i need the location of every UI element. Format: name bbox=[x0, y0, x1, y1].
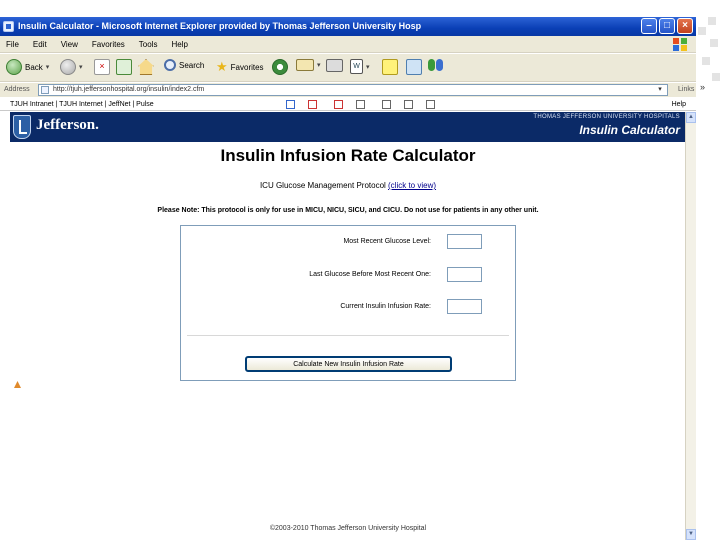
favorites-label: Favorites bbox=[230, 62, 264, 72]
calculate-button[interactable]: Calculate New Insulin Infusion Rate bbox=[245, 356, 452, 372]
links-bar: TJUH Intranet | TJUH Internet | JeffNet … bbox=[0, 98, 696, 111]
address-input[interactable]: http://tjuh.jeffersonhospital.org/insuli… bbox=[38, 84, 668, 96]
stop-button[interactable]: × bbox=[94, 59, 110, 75]
window-titlebar: Insulin Calculator - Microsoft Internet … bbox=[0, 17, 696, 36]
protocol-view-link[interactable]: (click to view) bbox=[388, 181, 436, 190]
discuss-button[interactable] bbox=[382, 59, 398, 75]
site-banner: Jefferson. THOMAS JEFFERSON UNIVERSITY H… bbox=[10, 112, 686, 142]
back-arrow-icon bbox=[6, 59, 22, 75]
maximize-button[interactable]: □ bbox=[659, 18, 675, 34]
forward-button[interactable]: ▾ bbox=[60, 59, 83, 75]
messenger-button[interactable] bbox=[428, 59, 443, 71]
menu-favorites[interactable]: Favorites bbox=[92, 40, 125, 49]
ie-app-icon bbox=[3, 21, 14, 32]
toolbar-link-icon[interactable] bbox=[286, 100, 295, 109]
copyright-footer: ©2003-2010 Thomas Jefferson University H… bbox=[269, 525, 427, 532]
address-url: http://tjuh.jeffersonhospital.org/insuli… bbox=[53, 86, 205, 93]
search-label: Search bbox=[179, 60, 205, 70]
mail-button[interactable]: ▾ bbox=[296, 59, 321, 71]
window-title: Insulin Calculator - Microsoft Internet … bbox=[18, 21, 422, 31]
chevron-down-icon: ▾ bbox=[79, 64, 83, 71]
infusion-rate-label: Current Insulin Infusion Rate: bbox=[340, 303, 431, 310]
scroll-down-arrow-icon[interactable]: ▼ bbox=[686, 529, 696, 540]
glucose-recent-input[interactable] bbox=[447, 234, 482, 249]
links-list[interactable]: TJUH Intranet | TJUH Internet | JeffNet … bbox=[10, 98, 154, 111]
chevron-down-icon: ▾ bbox=[366, 63, 370, 71]
vertical-scrollbar[interactable]: ▲ ▼ bbox=[685, 112, 696, 540]
note-icon bbox=[382, 59, 398, 75]
address-label: Address bbox=[4, 86, 30, 93]
jefferson-shield-logo bbox=[13, 115, 31, 139]
toolbar-link-icon[interactable] bbox=[308, 100, 317, 109]
address-dropdown-icon[interactable]: ▾ bbox=[655, 85, 665, 95]
toolbar-link-icon[interactable] bbox=[382, 100, 391, 109]
warning-icon bbox=[14, 381, 21, 388]
menu-file[interactable]: File bbox=[6, 40, 19, 49]
menu-edit[interactable]: Edit bbox=[33, 40, 47, 49]
organization-name: THOMAS JEFFERSON UNIVERSITY HOSPITALS bbox=[533, 114, 680, 120]
glucose-recent-label: Most Recent Glucose Level: bbox=[343, 238, 431, 245]
search-icon bbox=[164, 59, 176, 71]
chevron-down-icon: ▾ bbox=[317, 62, 321, 69]
glucose-previous-label: Last Glucose Before Most Recent One: bbox=[309, 271, 431, 278]
usage-note: Please Note: This protocol is only for u… bbox=[157, 207, 539, 214]
close-button[interactable]: × bbox=[677, 18, 693, 34]
brand-logo-text: Jefferson. bbox=[36, 117, 99, 133]
menu-view[interactable]: View bbox=[61, 40, 78, 49]
refresh-icon bbox=[116, 59, 132, 75]
browser-toolbar: Back ▾ ▾ × Search ★ Favorites ▾ W ▾ bbox=[0, 54, 696, 82]
toolbar-link-icon[interactable] bbox=[426, 100, 435, 109]
print-button[interactable] bbox=[326, 59, 343, 72]
form-divider bbox=[187, 335, 509, 336]
home-button[interactable] bbox=[138, 59, 154, 75]
page-icon bbox=[41, 86, 49, 94]
favorites-star-icon: ★ bbox=[216, 59, 228, 74]
scroll-up-arrow-icon[interactable]: ▲ bbox=[686, 112, 696, 123]
favorites-button[interactable]: ★ Favorites bbox=[216, 59, 264, 75]
decorative-squares bbox=[698, 17, 720, 97]
minimize-button[interactable]: – bbox=[641, 18, 657, 34]
chevron-down-icon: ▾ bbox=[45, 64, 50, 71]
window-controls: – □ × bbox=[641, 18, 693, 34]
history-button[interactable] bbox=[272, 59, 288, 75]
protocol-text: ICU Glucose Management Protocol bbox=[259, 181, 389, 190]
home-icon bbox=[138, 59, 154, 75]
messenger-icon bbox=[428, 59, 443, 71]
windows-logo-icon bbox=[673, 38, 687, 51]
research-icon bbox=[406, 59, 422, 75]
address-bar: Address http://tjuh.jeffersonhospital.or… bbox=[0, 83, 696, 97]
stop-icon: × bbox=[94, 59, 110, 75]
edit-button[interactable]: W ▾ bbox=[350, 59, 370, 74]
app-title: Insulin Calculator bbox=[579, 123, 680, 137]
help-link[interactable]: Help bbox=[672, 98, 686, 111]
menu-help[interactable]: Help bbox=[171, 40, 187, 49]
search-button[interactable]: Search bbox=[164, 59, 204, 71]
back-label: Back bbox=[25, 62, 43, 72]
back-button[interactable]: Back ▾ bbox=[6, 59, 49, 75]
history-icon bbox=[272, 59, 288, 75]
forward-arrow-icon bbox=[60, 59, 76, 75]
menu-tools[interactable]: Tools bbox=[139, 40, 158, 49]
mail-icon bbox=[296, 59, 314, 71]
toolbar-link-icon[interactable] bbox=[356, 100, 365, 109]
calculator-form: Most Recent Glucose Level: Last Glucose … bbox=[180, 225, 516, 381]
glucose-previous-input[interactable] bbox=[447, 267, 482, 282]
toolbar-link-icon[interactable] bbox=[404, 100, 413, 109]
infusion-rate-input[interactable] bbox=[447, 299, 482, 314]
menu-bar: File Edit View Favorites Tools Help bbox=[0, 36, 696, 53]
word-edit-icon: W bbox=[350, 59, 363, 74]
research-button[interactable] bbox=[406, 59, 422, 75]
refresh-button[interactable] bbox=[116, 59, 132, 75]
links-label[interactable]: Links bbox=[678, 83, 694, 97]
protocol-line: ICU Glucose Management Protocol (click t… bbox=[0, 181, 696, 190]
page-title: Insulin Infusion Rate Calculator bbox=[220, 146, 476, 165]
toolbar-link-icon[interactable] bbox=[334, 100, 343, 109]
print-icon bbox=[326, 59, 343, 72]
